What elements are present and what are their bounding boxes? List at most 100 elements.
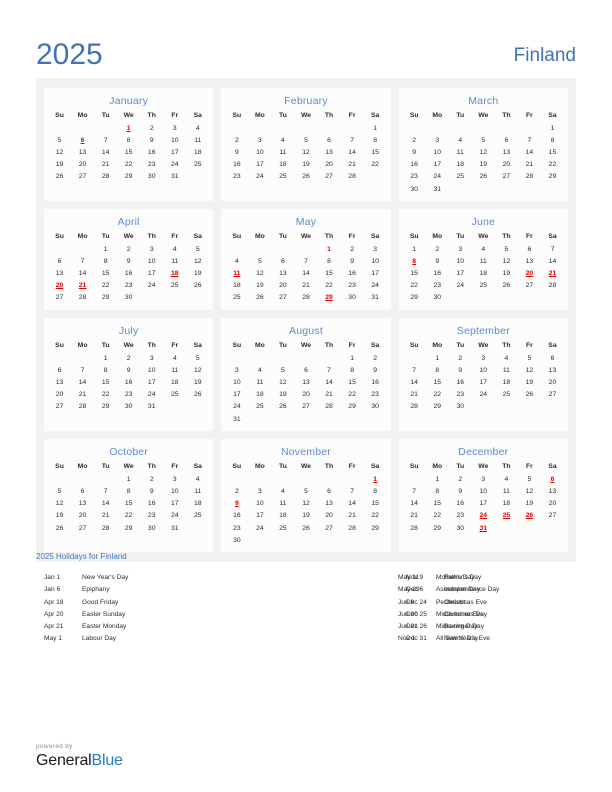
day-cell[interactable]: 9	[140, 485, 163, 497]
day-cell[interactable]: 20	[71, 159, 94, 171]
day-cell[interactable]: 17	[364, 268, 387, 280]
day-cell[interactable]: 13	[318, 146, 341, 158]
day-cell[interactable]: 16	[117, 268, 140, 280]
day-cell[interactable]: 1	[94, 352, 117, 364]
day-cell[interactable]: 3	[140, 243, 163, 255]
day-cell[interactable]: 16	[140, 146, 163, 158]
day-cell[interactable]: 6	[271, 255, 294, 267]
day-cell[interactable]: 6	[541, 473, 564, 485]
day-cell[interactable]: 5	[518, 352, 541, 364]
day-cell[interactable]: 27	[518, 280, 541, 292]
day-cell[interactable]: 25	[186, 510, 209, 522]
day-cell[interactable]: 8	[94, 364, 117, 376]
day-cell[interactable]: 10	[163, 485, 186, 497]
day-cell[interactable]: 4	[163, 243, 186, 255]
day-cell[interactable]: 10	[248, 146, 271, 158]
day-cell[interactable]: 10	[426, 146, 449, 158]
day-cell[interactable]: 22	[117, 510, 140, 522]
day-cell[interactable]: 3	[449, 243, 472, 255]
day-cell[interactable]: 11	[163, 255, 186, 267]
day-cell[interactable]: 30	[449, 401, 472, 413]
day-cell[interactable]: 26	[186, 280, 209, 292]
day-cell[interactable]: 5	[294, 134, 317, 146]
day-cell[interactable]: 3	[426, 134, 449, 146]
day-cell[interactable]: 18	[186, 498, 209, 510]
day-cell[interactable]: 14	[341, 498, 364, 510]
day-cell[interactable]: 2	[117, 243, 140, 255]
day-cell[interactable]: 30	[117, 292, 140, 304]
day-cell[interactable]: 31	[426, 183, 449, 195]
day-cell[interactable]: 2	[140, 122, 163, 134]
day-cell[interactable]: 11	[248, 376, 271, 388]
day-cell[interactable]: 4	[186, 473, 209, 485]
day-cell[interactable]: 28	[71, 401, 94, 413]
day-cell[interactable]: 9	[140, 134, 163, 146]
day-cell[interactable]: 29	[541, 171, 564, 183]
day-cell[interactable]: 12	[472, 146, 495, 158]
day-cell[interactable]: 26	[48, 171, 71, 183]
day-cell[interactable]: 2	[403, 134, 426, 146]
day-cell[interactable]: 20	[271, 280, 294, 292]
day-cell[interactable]: 22	[426, 510, 449, 522]
day-cell[interactable]: 25	[186, 159, 209, 171]
day-cell[interactable]: 30	[341, 292, 364, 304]
day-cell[interactable]: 7	[341, 134, 364, 146]
day-cell[interactable]: 4	[495, 473, 518, 485]
day-cell[interactable]: 7	[403, 485, 426, 497]
day-cell[interactable]: 1	[426, 352, 449, 364]
day-cell[interactable]: 27	[294, 401, 317, 413]
day-cell[interactable]: 11	[472, 255, 495, 267]
day-cell[interactable]: 12	[248, 268, 271, 280]
day-cell[interactable]: 15	[364, 498, 387, 510]
day-cell[interactable]: 11	[495, 364, 518, 376]
day-cell[interactable]: 2	[364, 352, 387, 364]
day-cell[interactable]: 17	[163, 498, 186, 510]
day-cell[interactable]: 24	[225, 401, 248, 413]
day-cell[interactable]: 29	[117, 522, 140, 534]
day-cell[interactable]: 18	[163, 268, 186, 280]
day-cell[interactable]: 19	[294, 510, 317, 522]
day-cell[interactable]: 5	[271, 364, 294, 376]
day-cell[interactable]: 14	[318, 376, 341, 388]
day-cell[interactable]: 4	[225, 255, 248, 267]
day-cell[interactable]: 16	[449, 376, 472, 388]
day-cell[interactable]: 28	[518, 171, 541, 183]
day-cell[interactable]: 11	[186, 134, 209, 146]
day-cell[interactable]: 21	[94, 159, 117, 171]
day-cell[interactable]: 19	[294, 159, 317, 171]
day-cell[interactable]: 31	[225, 413, 248, 425]
day-cell[interactable]: 6	[71, 134, 94, 146]
day-cell[interactable]: 28	[403, 522, 426, 534]
day-cell[interactable]: 28	[541, 280, 564, 292]
day-cell[interactable]: 28	[94, 522, 117, 534]
day-cell[interactable]: 11	[163, 364, 186, 376]
day-cell[interactable]: 30	[403, 183, 426, 195]
day-cell[interactable]: 25	[163, 389, 186, 401]
day-cell[interactable]: 5	[186, 352, 209, 364]
day-cell[interactable]: 14	[541, 255, 564, 267]
day-cell[interactable]: 25	[449, 171, 472, 183]
day-cell[interactable]: 21	[518, 159, 541, 171]
day-cell[interactable]: 4	[186, 122, 209, 134]
day-cell[interactable]: 9	[449, 485, 472, 497]
day-cell[interactable]: 16	[225, 159, 248, 171]
day-cell[interactable]: 8	[94, 255, 117, 267]
day-cell[interactable]: 3	[163, 122, 186, 134]
day-cell[interactable]: 22	[541, 159, 564, 171]
day-cell[interactable]: 6	[541, 352, 564, 364]
day-cell[interactable]: 7	[71, 255, 94, 267]
day-cell[interactable]: 2	[140, 473, 163, 485]
day-cell[interactable]: 23	[341, 280, 364, 292]
day-cell[interactable]: 24	[163, 510, 186, 522]
day-cell[interactable]: 23	[426, 280, 449, 292]
day-cell[interactable]: 21	[341, 510, 364, 522]
day-cell[interactable]: 7	[403, 364, 426, 376]
day-cell[interactable]: 6	[294, 364, 317, 376]
day-cell[interactable]: 18	[271, 159, 294, 171]
day-cell[interactable]: 24	[472, 510, 495, 522]
day-cell[interactable]: 23	[403, 171, 426, 183]
day-cell[interactable]: 21	[71, 389, 94, 401]
day-cell[interactable]: 4	[495, 352, 518, 364]
day-cell[interactable]: 18	[472, 268, 495, 280]
day-cell[interactable]: 12	[518, 364, 541, 376]
